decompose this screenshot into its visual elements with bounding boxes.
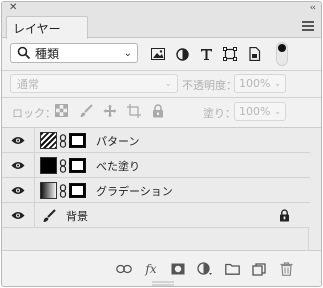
fill-value: 100%: [239, 105, 271, 118]
lock-transparent-pixels-icon[interactable]: [54, 103, 69, 118]
layer-name[interactable]: パターン: [96, 133, 139, 149]
filter-kind-select[interactable]: 種類 ⌄: [10, 43, 138, 63]
link-layers-icon[interactable]: [116, 262, 132, 276]
visibility-toggle[interactable]: [2, 178, 35, 203]
new-adjustment-icon[interactable]: [197, 262, 213, 276]
resize-grip-icon[interactable]: [152, 281, 174, 286]
layer-name[interactable]: グラデーション: [96, 183, 173, 199]
tab-layers[interactable]: レイヤー: [6, 16, 88, 39]
lock-icons: [54, 103, 165, 118]
search-icon: [17, 46, 31, 60]
toggle-knob: [278, 44, 286, 52]
blend-row: 通常 ⌄ 不透明度： 100% ⌄: [2, 70, 321, 96]
lock-image-pixels-icon[interactable]: [78, 103, 93, 118]
close-panel-icon[interactable]: ✕: [9, 2, 17, 14]
link-chain-icon[interactable]: [59, 158, 67, 173]
collapse-panel-icon[interactable]: ‹‹: [310, 2, 316, 14]
opacity-field[interactable]: 100% ⌄: [234, 74, 286, 93]
new-group-icon[interactable]: [224, 262, 240, 276]
smart-object-filter-icon[interactable]: [246, 46, 262, 62]
panel-menu-icon[interactable]: [302, 21, 314, 31]
filter-row: 種類 ⌄: [2, 38, 321, 70]
lock-artboard-icon[interactable]: [126, 103, 141, 118]
new-layer-icon[interactable]: [251, 262, 267, 276]
solid-color-thumbnail: [40, 157, 57, 174]
fill-label: 塗り：: [203, 107, 236, 120]
filter-icons: [150, 46, 262, 62]
eye-icon: [11, 187, 25, 194]
layer-name[interactable]: 背景: [66, 208, 88, 224]
layer-mask-thumbnail[interactable]: [69, 133, 86, 148]
layer-mask-thumbnail[interactable]: [69, 158, 86, 173]
eye-icon: [11, 137, 25, 144]
lock-label: ロック：: [12, 107, 56, 120]
link-chain-icon[interactable]: [59, 133, 67, 148]
lock-row: ロック： 塗り： 100% ⌄: [2, 98, 321, 124]
layer-row[interactable]: グラデーション: [2, 178, 310, 203]
link-chain-icon[interactable]: [59, 183, 67, 198]
visibility-toggle[interactable]: [2, 203, 35, 228]
blend-mode-value: 通常: [17, 77, 39, 91]
trash-icon[interactable]: [278, 262, 294, 276]
chevron-down-icon: ⌄: [274, 79, 281, 88]
layer-content: べた塗り: [40, 156, 140, 175]
bottom-tools: fx: [116, 262, 294, 276]
layers-panel: ✕ ‹‹ レイヤー 種類 ⌄ 通常 ⌄ 不透明度： 100% ⌄ ロック： 塗り…: [1, 1, 322, 287]
tab-label: レイヤー: [13, 21, 61, 36]
filter-kind-value: 種類: [35, 46, 60, 61]
shape-filter-icon[interactable]: [222, 46, 238, 62]
pattern-thumbnail: [40, 132, 57, 149]
eye-icon: [11, 162, 25, 169]
layer-row[interactable]: べた塗り: [2, 153, 310, 178]
lock-position-icon[interactable]: [102, 103, 117, 118]
layer-content: パターン: [40, 131, 139, 150]
layer-content: 背景: [40, 206, 88, 225]
layer-row[interactable]: 背景: [2, 203, 310, 228]
layer-content: グラデーション: [40, 181, 173, 200]
filter-toggle-switch[interactable]: [276, 42, 288, 66]
blend-mode-select[interactable]: 通常 ⌄: [10, 74, 178, 93]
lock-all-icon[interactable]: [150, 103, 165, 118]
layer-lock-icon[interactable]: [279, 209, 290, 222]
adjustment-filter-icon[interactable]: [174, 46, 190, 62]
layer-row[interactable]: パターン: [2, 128, 310, 153]
opacity-label: 不透明度：: [182, 79, 237, 92]
chevron-down-icon: ⌄: [164, 78, 172, 89]
fill-field[interactable]: 100% ⌄: [234, 102, 286, 121]
chevron-down-icon: ⌄: [123, 47, 132, 59]
chevron-down-icon: ⌄: [274, 107, 281, 116]
visibility-toggle[interactable]: [2, 128, 35, 153]
panel-top-strip: ✕ ‹‹: [2, 2, 321, 14]
fx-icon[interactable]: fx: [143, 262, 159, 276]
pixel-filter-icon[interactable]: [150, 46, 166, 62]
opacity-value: 100%: [239, 77, 271, 90]
tab-row: レイヤー: [2, 14, 321, 39]
gradient-thumbnail: [40, 182, 57, 199]
add-mask-icon[interactable]: [170, 262, 186, 276]
visibility-toggle[interactable]: [2, 153, 35, 178]
brush-icon: [43, 208, 56, 222]
layer-mask-thumbnail[interactable]: [69, 183, 86, 198]
type-filter-icon[interactable]: [198, 46, 214, 62]
eye-icon: [11, 212, 25, 219]
layer-name[interactable]: べた塗り: [96, 158, 140, 174]
layers-list: パターン べた塗り グラデーション 背景: [2, 127, 321, 250]
bottom-toolbar: fx: [2, 250, 321, 286]
